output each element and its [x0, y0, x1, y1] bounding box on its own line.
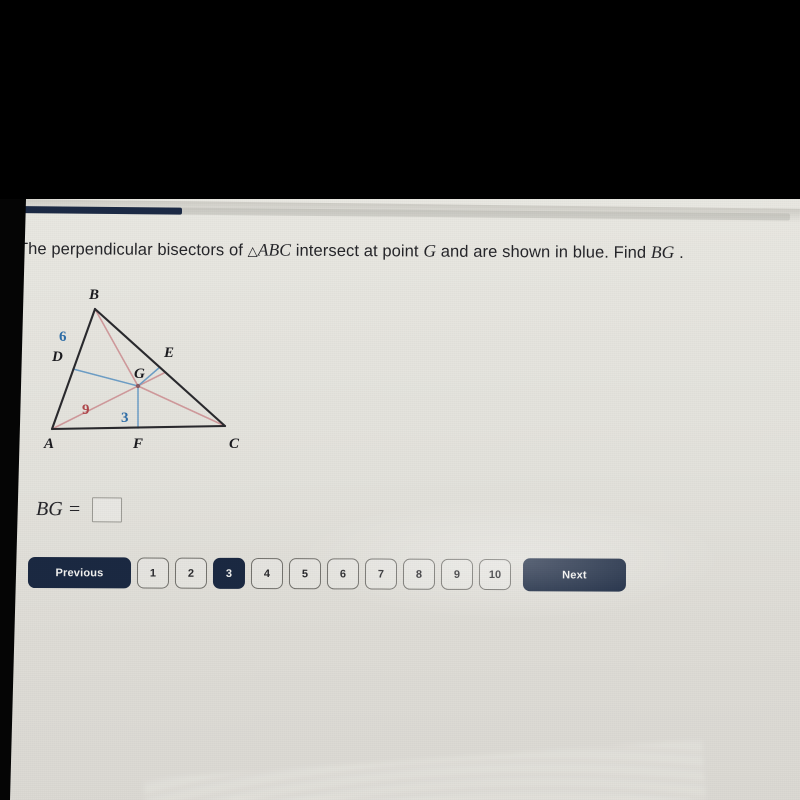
page-button-3[interactable]: 3: [212, 557, 246, 589]
side-bc: [93, 307, 227, 428]
question-part-2: intersect at point: [291, 241, 424, 261]
photographed-screen: The perpendicular bisectors of △ABC inte…: [0, 0, 800, 800]
previous-button[interactable]: Previous: [27, 557, 132, 589]
segment-b-g: [94, 308, 139, 387]
triangle-name: ABC: [257, 239, 292, 260]
question-part-4: .: [674, 244, 684, 263]
progress-bar-track: [9, 206, 790, 221]
answer-input[interactable]: [92, 497, 123, 523]
next-button[interactable]: Next: [522, 558, 627, 592]
page-button-10[interactable]: 10: [478, 558, 512, 591]
segment-g-c: [137, 385, 226, 427]
question-part-3: and are shown in blue. Find: [436, 242, 651, 262]
page-button-4[interactable]: 4: [250, 557, 284, 590]
vertex-label-b: B: [88, 287, 99, 303]
answer-row: BG =: [35, 497, 123, 523]
target-segment-name: BG: [650, 241, 675, 263]
vertex-label-c: C: [229, 436, 240, 452]
question-text: The perpendicular bisectors of △ABC inte…: [18, 238, 793, 264]
page-button-7[interactable]: 7: [364, 558, 398, 590]
triangle-symbol-icon: △: [247, 244, 258, 260]
circumcenter-point: [135, 383, 141, 389]
measure-label-gf: 3: [121, 410, 129, 426]
moire-pattern: [143, 739, 717, 800]
side-ac: [50, 424, 227, 431]
measure-label-bd: 6: [59, 329, 67, 345]
pagination-nav: Previous 1 2 3 4 5 6 7 8 9 10 Next: [27, 556, 627, 592]
midpoint-label-f: F: [132, 436, 143, 452]
page-button-6[interactable]: 6: [326, 558, 360, 590]
triangle-figure: A B C D E F G 6 9 3: [16, 281, 266, 461]
midpoint-label-e: E: [163, 345, 174, 361]
page-button-8[interactable]: 8: [402, 558, 436, 590]
page-button-1[interactable]: 1: [136, 557, 170, 589]
measure-label-ag: 9: [82, 402, 90, 418]
center-label-g: G: [134, 366, 145, 382]
answer-label: BG =: [35, 498, 82, 521]
progress-bar-fill: [9, 206, 182, 215]
vertex-label-a: A: [43, 436, 54, 452]
screen-content-area: The perpendicular bisectors of △ABC inte…: [0, 199, 800, 800]
midpoint-label-d: D: [51, 349, 63, 365]
page-button-5[interactable]: 5: [288, 558, 322, 590]
point-name: G: [423, 240, 437, 261]
question-part-1: The perpendicular bisectors of: [17, 240, 248, 260]
page-button-9[interactable]: 9: [440, 558, 474, 590]
bisector-d-g: [72, 368, 139, 387]
page-button-2[interactable]: 2: [174, 557, 208, 589]
